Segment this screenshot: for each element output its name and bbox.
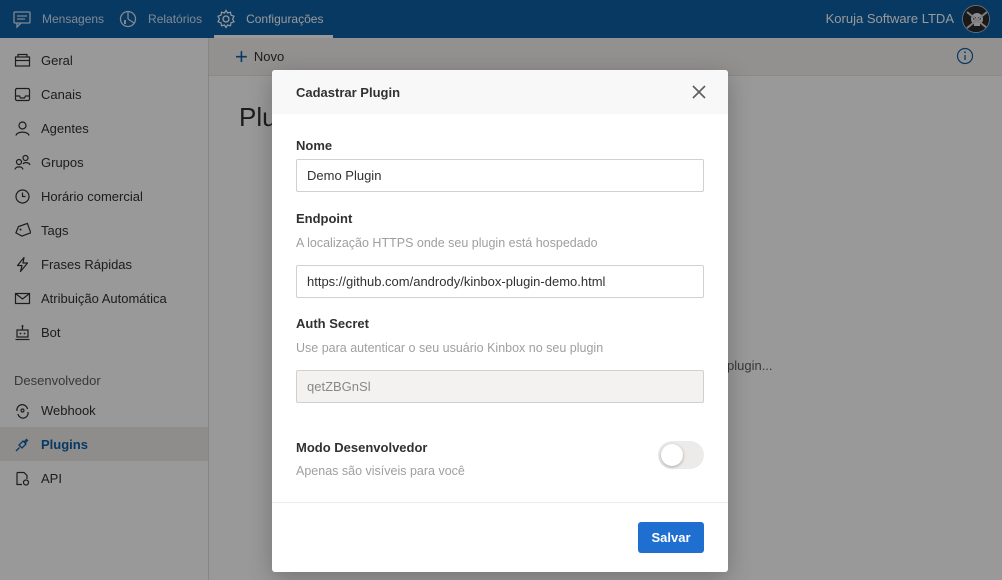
dialog-divider <box>272 502 728 503</box>
auth-secret-label: Auth Secret <box>296 316 369 331</box>
dialog-header: Cadastrar Plugin <box>272 70 728 114</box>
name-input[interactable] <box>296 159 704 192</box>
endpoint-label: Endpoint <box>296 211 353 226</box>
endpoint-input[interactable] <box>296 265 704 298</box>
endpoint-help: A localização HTTPS onde seu plugin está… <box>296 236 598 250</box>
dev-mode-toggle[interactable] <box>658 441 704 469</box>
toggle-knob <box>661 444 683 466</box>
save-button[interactable]: Salvar <box>638 522 704 553</box>
dev-mode-help: Apenas são visíveis para você <box>296 464 465 478</box>
dialog-title: Cadastrar Plugin <box>296 84 401 100</box>
close-icon[interactable] <box>690 83 708 101</box>
auth-secret-help: Use para autenticar o seu usuário Kinbox… <box>296 341 604 355</box>
name-label: Nome <box>296 138 333 153</box>
register-plugin-dialog: Cadastrar Plugin Nome Endpoint A localiz… <box>272 70 728 572</box>
auth-secret-input <box>296 370 704 403</box>
dev-mode-label: Modo Desenvolvedor <box>296 440 428 455</box>
